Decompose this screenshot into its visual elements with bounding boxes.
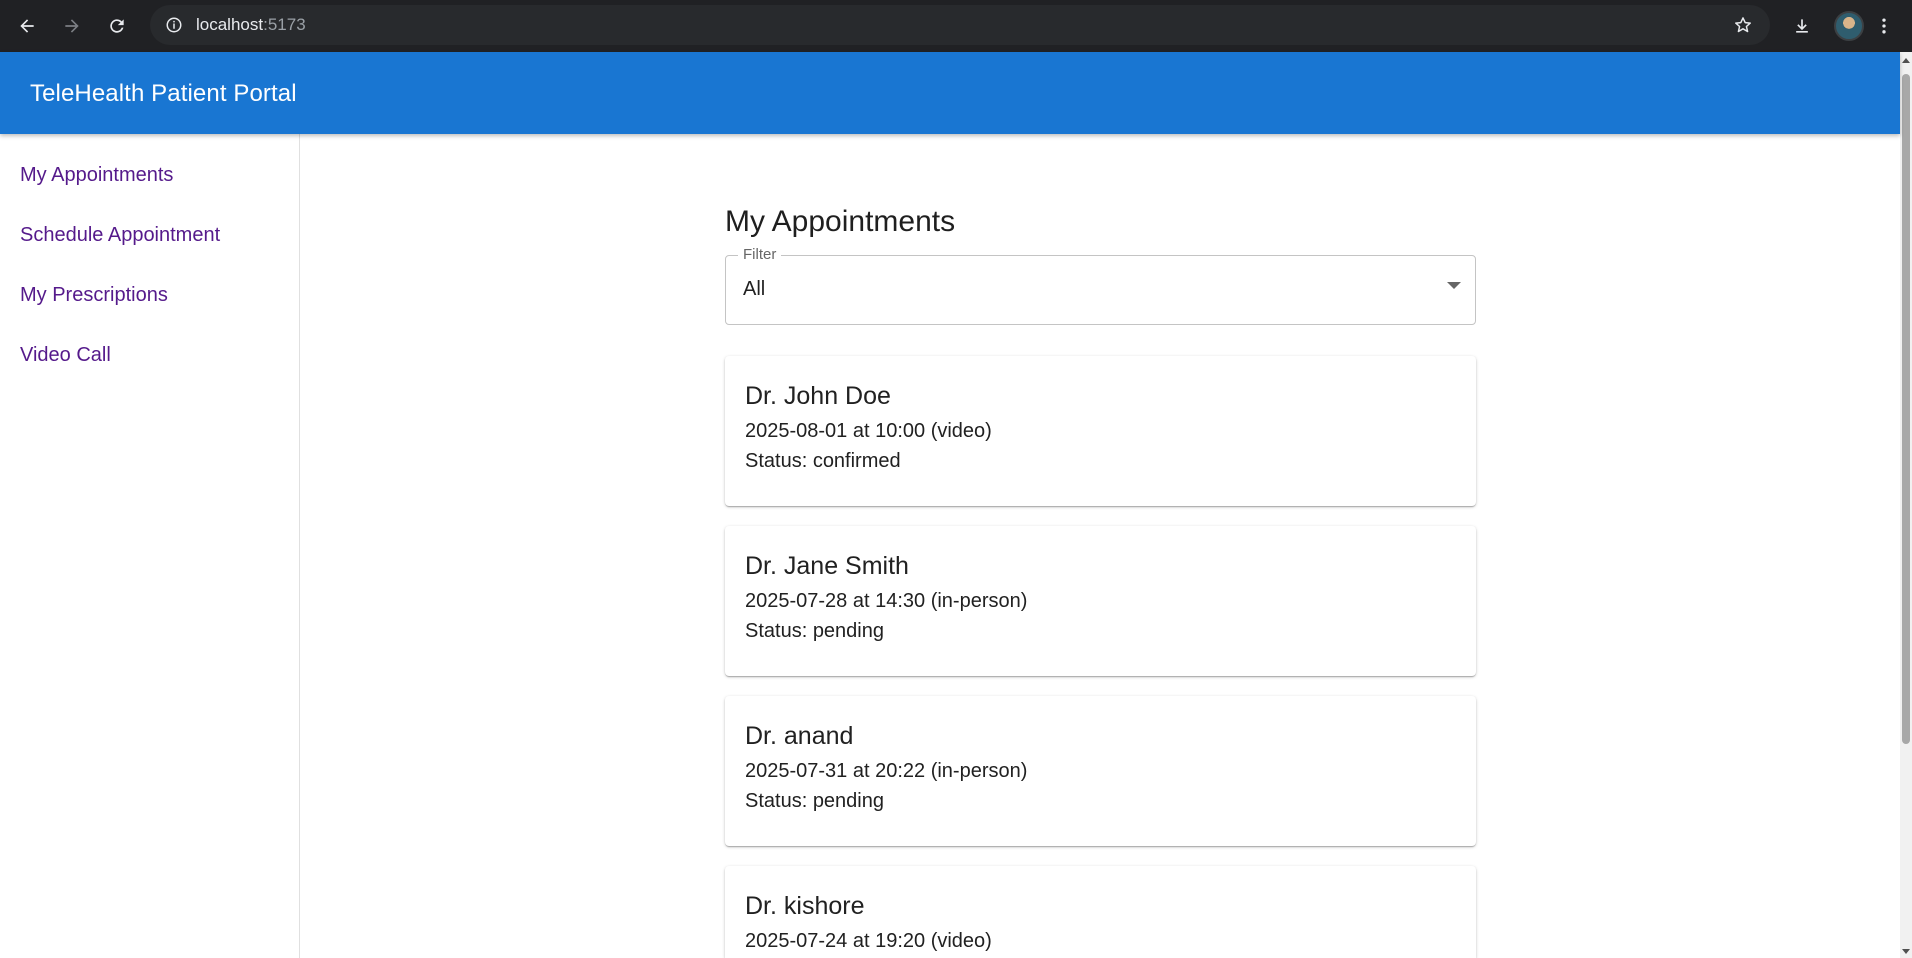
filter-value: All [743, 278, 766, 300]
appointment-datetime: 2025-07-31 at 20:22 (in-person) [745, 760, 1028, 782]
doctor-name: Dr. Jane Smith [745, 552, 909, 580]
app-title: TeleHealth Patient Portal [30, 80, 297, 107]
profile-avatar[interactable] [1834, 11, 1864, 41]
download-icon[interactable] [1784, 8, 1820, 44]
filter-select[interactable]: Filter All [725, 246, 1476, 325]
scrollbar[interactable] [1900, 52, 1912, 958]
doctor-name: Dr. anand [745, 722, 854, 750]
appointment-datetime: 2025-07-28 at 14:30 (in-person) [745, 590, 1028, 612]
menu-icon[interactable] [1872, 8, 1896, 44]
sidebar: My Appointments Schedule Appointment My … [0, 134, 300, 958]
sidebar-item-schedule-appointment[interactable]: Schedule Appointment [20, 224, 220, 247]
url-host: localhost [196, 15, 264, 34]
appointment-status: Status: pending [745, 620, 884, 642]
site-info-icon[interactable] [160, 11, 188, 39]
star-icon[interactable] [1730, 12, 1756, 38]
reload-icon[interactable] [99, 8, 135, 44]
chevron-down-icon [1447, 282, 1461, 289]
sidebar-item-my-prescriptions[interactable]: My Prescriptions [20, 284, 168, 307]
back-icon[interactable] [9, 8, 45, 44]
scrollbar-thumb[interactable] [1902, 74, 1910, 744]
app-header: TeleHealth Patient Portal [0, 52, 1900, 134]
browser-toolbar: localhost:5173 [0, 0, 1912, 52]
url-text: localhost:5173 [196, 15, 306, 35]
sidebar-item-my-appointments[interactable]: My Appointments [20, 164, 173, 187]
doctor-name: Dr. kishore [745, 892, 865, 920]
appointment-card: Dr. John Doe 2025-08-01 at 10:00 (video)… [725, 356, 1476, 506]
address-bar[interactable]: localhost:5173 [150, 5, 1770, 45]
appointment-card: Dr. Jane Smith 2025-07-28 at 14:30 (in-p… [725, 526, 1476, 676]
filter-label: Filter [738, 246, 782, 263]
page-title: My Appointments [725, 205, 956, 238]
url-port: :5173 [263, 15, 306, 34]
appointment-status: Status: confirmed [745, 450, 901, 472]
forward-icon[interactable] [54, 8, 90, 44]
appointment-card: Dr. kishore 2025-07-24 at 19:20 (video) [725, 866, 1476, 958]
scroll-down-icon[interactable] [1902, 949, 1910, 954]
scroll-up-icon[interactable] [1902, 58, 1910, 63]
appointment-status: Status: pending [745, 790, 884, 812]
appointment-datetime: 2025-08-01 at 10:00 (video) [745, 420, 992, 442]
sidebar-item-video-call[interactable]: Video Call [20, 344, 111, 367]
doctor-name: Dr. John Doe [745, 382, 891, 410]
appointment-card: Dr. anand 2025-07-31 at 20:22 (in-person… [725, 696, 1476, 846]
appointment-datetime: 2025-07-24 at 19:20 (video) [745, 930, 992, 952]
